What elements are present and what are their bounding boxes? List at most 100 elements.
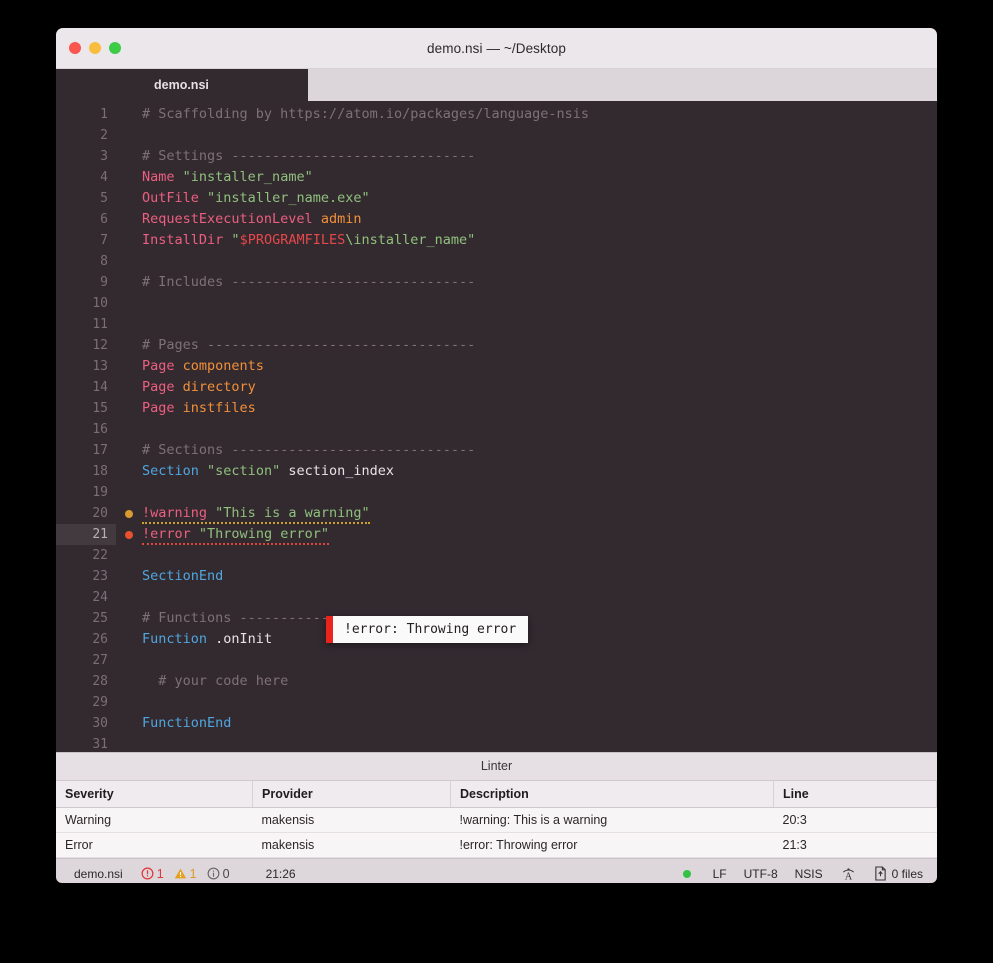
code-line-content[interactable] [116,692,937,713]
code-line[interactable]: 17 # Sections ---------------------------… [56,440,937,461]
code-line-content[interactable] [116,545,937,566]
code-line[interactable]: 24 [56,587,937,608]
code-line[interactable]: 21 !error "Throwing error" [56,524,937,545]
spellcheck-icon[interactable]: A [840,866,857,882]
line-number[interactable]: 31 [56,734,116,752]
line-number[interactable]: 21 [56,524,133,545]
line-number[interactable]: 30 [56,713,116,734]
code-line-content[interactable]: # Sections -----------------------------… [116,440,937,461]
code-line[interactable]: 2 [56,125,937,146]
line-number[interactable]: 4 [56,167,116,188]
line-number[interactable]: 16 [56,419,116,440]
code-line-content[interactable] [116,125,937,146]
table-row[interactable]: Error makensis !error: Throwing error 21:3 [56,832,937,858]
code-line[interactable]: 30 FunctionEnd [56,713,937,734]
code-line[interactable]: 10 [56,293,937,314]
line-number[interactable]: 27 [56,650,116,671]
code-line[interactable]: 5 OutFile "installer_name.exe" [56,188,937,209]
code-line[interactable]: 29 [56,692,937,713]
code-line-content[interactable]: OutFile "installer_name.exe" [116,188,937,209]
warning-count-group[interactable]: 1 [174,867,197,881]
code-line[interactable]: 13 Page components [56,356,937,377]
code-line[interactable]: 3 # Settings ----------------------------… [56,146,937,167]
code-line-content[interactable]: # Settings -----------------------------… [116,146,937,167]
info-count-group[interactable]: 0 [207,867,230,881]
code-line[interactable]: 11 [56,314,937,335]
code-line[interactable]: 19 [56,482,937,503]
code-line-content[interactable] [116,587,937,608]
open-files-indicator[interactable]: 0 files [874,866,923,881]
column-header-line[interactable]: Line [773,781,937,808]
code-line[interactable]: 6 RequestExecutionLevel admin [56,209,937,230]
error-count-group[interactable]: 1 [141,867,164,881]
code-line[interactable]: 31 [56,734,937,752]
code-line-content[interactable]: # Scaffolding by https://atom.io/package… [116,104,937,125]
line-number[interactable]: 20 [56,503,133,524]
code-line-content[interactable]: FunctionEnd [116,713,937,734]
gutter-warning-dot-icon[interactable] [125,510,133,518]
code-line[interactable]: 7 InstallDir "$PROGRAMFILES\installer_nam… [56,230,937,251]
code-line-content[interactable]: Page directory [116,377,937,398]
code-line-content[interactable] [116,419,937,440]
code-line[interactable]: 28 # your code here [56,671,937,692]
zoom-window-button[interactable] [109,42,121,54]
table-row[interactable]: Warning makensis !warning: This is a warni… [56,807,937,833]
line-number[interactable]: 18 [56,461,116,482]
encoding-selector[interactable]: UTF-8 [744,867,778,881]
line-number[interactable]: 19 [56,482,116,503]
line-number[interactable]: 1 [56,104,116,125]
column-header-provider[interactable]: Provider [252,781,451,808]
code-line-content[interactable]: Section "section" section_index [116,461,937,482]
code-line-content[interactable] [116,314,937,335]
line-number[interactable]: 7 [56,230,116,251]
line-number[interactable]: 25 [56,608,116,629]
line-number[interactable]: 13 [56,356,116,377]
line-number[interactable]: 17 [56,440,116,461]
code-line[interactable]: 27 [56,650,937,671]
line-number[interactable]: 9 [56,272,116,293]
column-header-description[interactable]: Description [450,781,774,808]
line-number[interactable]: 11 [56,314,116,335]
code-line-content[interactable]: !error "Throwing error" [116,524,937,545]
line-number[interactable]: 22 [56,545,116,566]
line-number[interactable]: 14 [56,377,116,398]
code-line-content[interactable] [116,482,937,503]
code-line-content[interactable]: # Includes -----------------------------… [116,272,937,293]
code-line[interactable]: 15 Page instfiles [56,398,937,419]
git-status-dot-icon[interactable] [682,869,691,878]
code-editor[interactable]: 1 # Scaffolding by https://atom.io/packag… [56,101,937,752]
code-line-content[interactable] [116,650,937,671]
code-line[interactable]: 23 SectionEnd [56,566,937,587]
code-line[interactable]: 22 [56,545,937,566]
diagnostic-counts[interactable]: 1 1 0 [141,867,236,881]
code-line-content[interactable]: Page instfiles [116,398,937,419]
line-number[interactable]: 15 [56,398,116,419]
code-line[interactable]: 16 [56,419,937,440]
code-line[interactable]: 12 # Pages ------------------------------… [56,335,937,356]
code-line[interactable]: 20 !warning "This is a warning" [56,503,937,524]
code-line-content[interactable]: Page components [116,356,937,377]
code-line-content[interactable]: # Pages --------------------------------… [116,335,937,356]
code-line-content[interactable]: !warning "This is a warning" [116,503,937,524]
cursor-position[interactable]: 21:26 [266,867,296,881]
line-number[interactable]: 3 [56,146,116,167]
code-line[interactable]: 18 Section "section" section_index [56,461,937,482]
code-line[interactable]: 1 # Scaffolding by https://atom.io/packag… [56,104,937,125]
minimize-window-button[interactable] [89,42,101,54]
code-line-content[interactable]: Name "installer_name" [116,167,937,188]
code-line-content[interactable] [116,251,937,272]
line-number[interactable]: 23 [56,566,116,587]
line-number[interactable]: 24 [56,587,116,608]
code-line[interactable]: 14 Page directory [56,377,937,398]
line-number[interactable]: 28 [56,671,116,692]
line-number[interactable]: 26 [56,629,116,650]
status-filename[interactable]: demo.nsi [74,867,123,881]
code-line[interactable]: 9 # Includes ----------------------------… [56,272,937,293]
line-number[interactable]: 29 [56,692,116,713]
tab-demo-nsi[interactable]: demo.nsi [152,69,308,101]
code-line-content[interactable] [116,293,937,314]
code-line-content[interactable]: SectionEnd [116,566,937,587]
column-header-severity[interactable]: Severity [56,781,253,808]
line-number[interactable]: 5 [56,188,116,209]
gutter-error-dot-icon[interactable] [125,531,133,539]
